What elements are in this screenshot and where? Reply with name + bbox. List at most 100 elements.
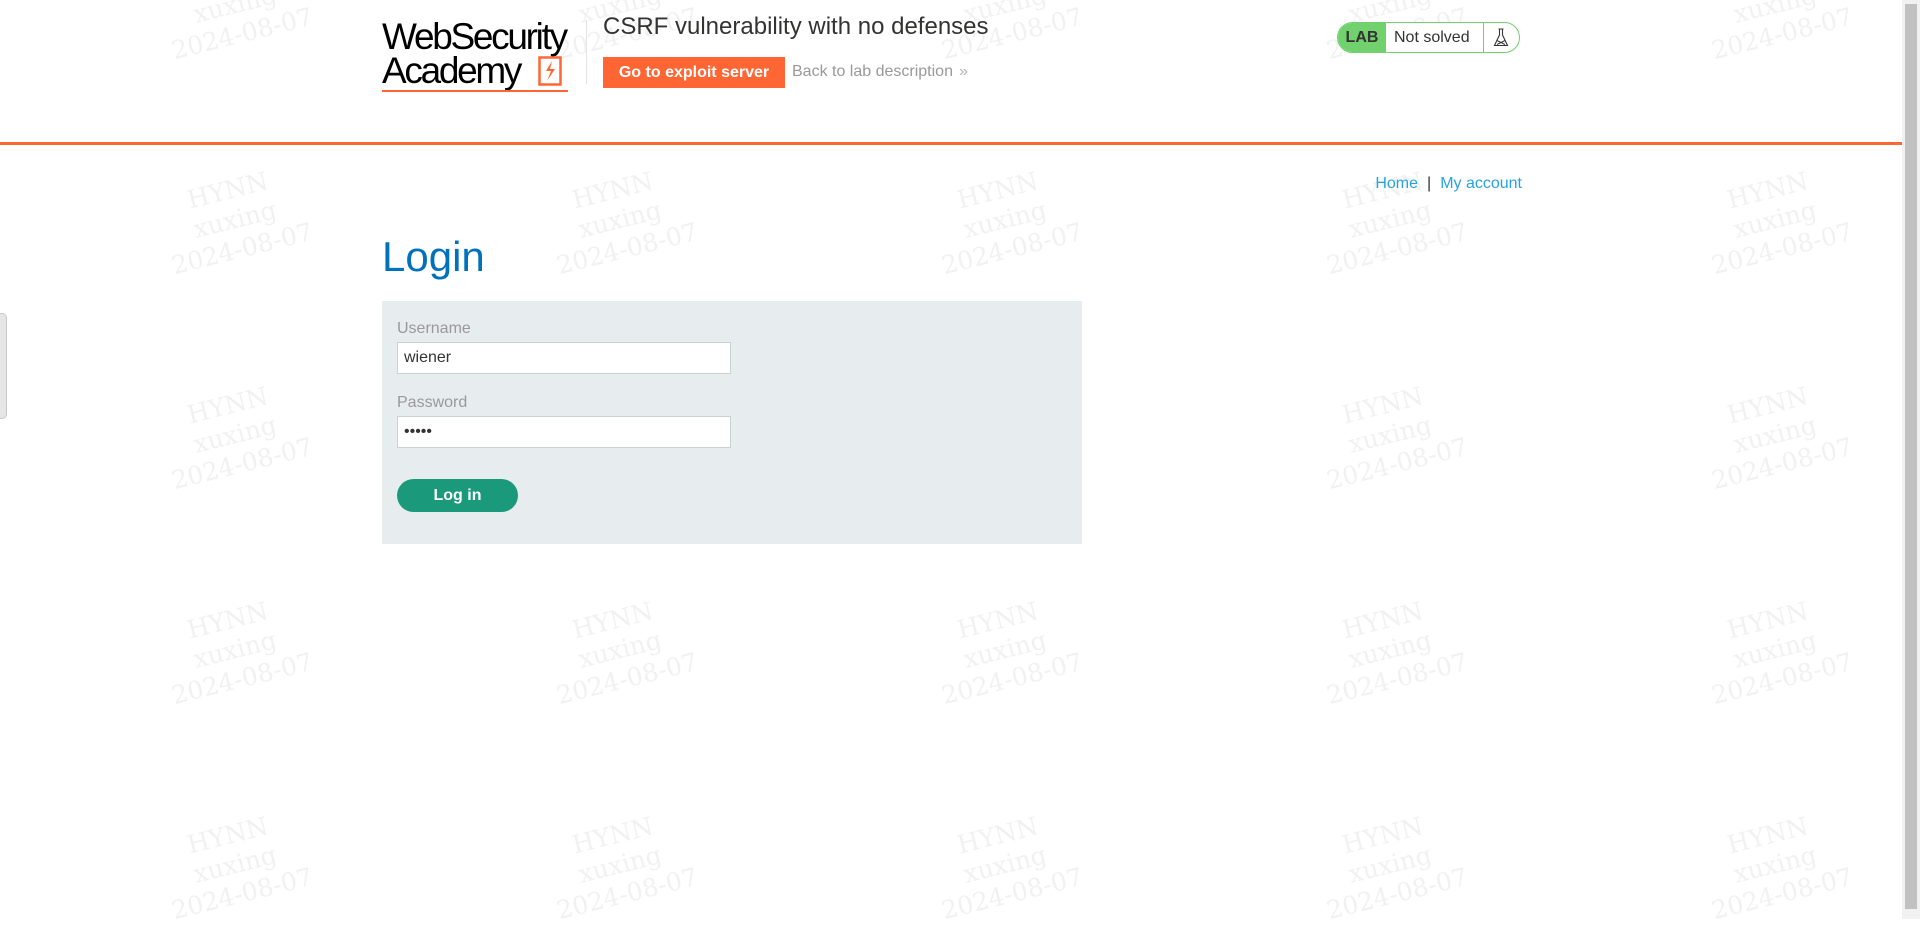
- logo-text-line2: Academy: [382, 50, 522, 91]
- watermark-text: 2024-08-07: [553, 862, 701, 926]
- watermark-text: 2024-08-07: [938, 647, 1086, 711]
- watermark-text: 2024-08-07: [1323, 217, 1471, 281]
- watermark: HYNNxuxing2024-08-07: [1287, 798, 1493, 931]
- header-divider: [586, 20, 587, 84]
- watermark: HYNNxuxing2024-08-07: [1287, 153, 1493, 286]
- watermark-text: xuxing: [1730, 840, 1820, 889]
- watermark-text: HYNN: [1339, 596, 1426, 645]
- watermark-text: xuxing: [1345, 195, 1435, 244]
- watermark-text: xuxing: [190, 410, 280, 459]
- watermark-text: xuxing: [575, 840, 665, 889]
- back-link-label: Back to lab description: [792, 63, 953, 80]
- watermark: HYNNxuxing2024-08-07: [1672, 798, 1878, 931]
- watermark-text: xuxing: [960, 625, 1050, 674]
- watermark-text: HYNN: [184, 596, 271, 645]
- logo-underline: [382, 90, 568, 92]
- watermark: HYNNxuxing2024-08-07: [517, 153, 723, 286]
- watermark: HYNNxuxing2024-08-07: [902, 798, 1108, 931]
- watermark-text: HYNN: [569, 596, 656, 645]
- watermark-text: HYNN: [184, 811, 271, 860]
- my-account-link[interactable]: My account: [1440, 175, 1522, 192]
- watermark: HYNNxuxing2024-08-07: [132, 798, 338, 931]
- watermark-text: 2024-08-07: [1708, 217, 1856, 281]
- watermark: HYNNxuxing2024-08-07: [902, 153, 1108, 286]
- watermark-text: 2024-08-07: [553, 647, 701, 711]
- vertical-scrollbar[interactable]: [1902, 0, 1920, 919]
- watermark-text: xuxing: [960, 840, 1050, 889]
- side-panel-handle[interactable]: [0, 313, 7, 419]
- watermark-text: HYNN: [1724, 596, 1811, 645]
- log-in-button[interactable]: Log in: [397, 479, 518, 512]
- top-nav: Home | My account: [1375, 175, 1522, 193]
- watermark: HYNNxuxing2024-08-07: [1287, 368, 1493, 501]
- login-form: Username Password Log in: [382, 301, 1082, 544]
- watermark-text: xuxing: [1730, 410, 1820, 459]
- flask-icon-container: [1483, 23, 1519, 52]
- watermark-text: HYNN: [184, 166, 271, 215]
- watermark-text: HYNN: [954, 596, 1041, 645]
- watermark-text: xuxing: [190, 840, 280, 889]
- home-link[interactable]: Home: [1375, 175, 1418, 192]
- watermark-text: 2024-08-07: [938, 862, 1086, 926]
- academy-header: WebSecurity Academy CSRF vulnerability w…: [0, 0, 1902, 145]
- back-to-lab-description-link[interactable]: Back to lab description »: [792, 63, 968, 81]
- watermark-text: xuxing: [575, 625, 665, 674]
- watermark-text: 2024-08-07: [168, 862, 316, 926]
- watermark-text: xuxing: [1345, 840, 1435, 889]
- go-to-exploit-server-button[interactable]: Go to exploit server: [603, 57, 785, 88]
- watermark-text: xuxing: [960, 195, 1050, 244]
- password-label: Password: [397, 394, 468, 411]
- username-label: Username: [397, 320, 471, 337]
- lab-status-text: Not solved: [1394, 29, 1470, 46]
- double-chevron-right-icon: »: [958, 63, 968, 80]
- watermark: HYNNxuxing2024-08-07: [132, 583, 338, 716]
- page-title: Login: [382, 233, 485, 280]
- watermark: HYNNxuxing2024-08-07: [517, 583, 723, 716]
- watermark-text: xuxing: [1730, 625, 1820, 674]
- watermark: HYNNxuxing2024-08-07: [132, 368, 338, 501]
- lab-badge: LAB: [1338, 23, 1386, 52]
- watermark-text: 2024-08-07: [168, 432, 316, 496]
- watermark-text: HYNN: [1339, 381, 1426, 430]
- watermark: HYNNxuxing2024-08-07: [132, 153, 338, 286]
- lightning-mark-icon: [538, 56, 562, 86]
- watermark-text: xuxing: [1345, 625, 1435, 674]
- lab-status-widget: LAB Not solved: [1337, 22, 1520, 53]
- watermark-text: HYNN: [1724, 811, 1811, 860]
- watermark: HYNNxuxing2024-08-07: [1672, 153, 1878, 286]
- watermark-text: HYNN: [184, 381, 271, 430]
- scrollbar-thumb[interactable]: [1905, 4, 1917, 909]
- watermark-text: xuxing: [575, 195, 665, 244]
- watermark-text: HYNN: [954, 811, 1041, 860]
- watermark: HYNNxuxing2024-08-07: [1287, 583, 1493, 716]
- watermark-text: xuxing: [190, 195, 280, 244]
- watermark-text: 2024-08-07: [553, 217, 701, 281]
- watermark-text: xuxing: [1730, 195, 1820, 244]
- flask-icon: [1493, 28, 1509, 47]
- web-security-academy-logo[interactable]: WebSecurity Academy: [382, 18, 582, 94]
- watermark-text: HYNN: [1724, 381, 1811, 430]
- password-input[interactable]: [397, 416, 731, 448]
- watermark-text: xuxing: [190, 625, 280, 674]
- username-input[interactable]: [397, 342, 731, 374]
- watermark-text: HYNN: [1724, 166, 1811, 215]
- watermark-text: HYNN: [569, 166, 656, 215]
- watermark-text: 2024-08-07: [168, 217, 316, 281]
- watermark-text: HYNN: [569, 811, 656, 860]
- watermark-text: 2024-08-07: [1708, 647, 1856, 711]
- lab-title: CSRF vulnerability with no defenses: [603, 13, 989, 40]
- watermark-text: HYNN: [954, 166, 1041, 215]
- watermark-text: 2024-08-07: [1323, 647, 1471, 711]
- watermark-text: HYNN: [1339, 811, 1426, 860]
- watermark: HYNNxuxing2024-08-07: [517, 798, 723, 931]
- watermark-text: 2024-08-07: [1708, 862, 1856, 926]
- watermark-text: 2024-08-07: [938, 217, 1086, 281]
- watermark-text: 2024-08-07: [1708, 432, 1856, 496]
- watermark: HYNNxuxing2024-08-07: [902, 583, 1108, 716]
- nav-separator: |: [1427, 175, 1432, 192]
- watermark-text: 2024-08-07: [168, 647, 316, 711]
- watermark: HYNNxuxing2024-08-07: [1672, 583, 1878, 716]
- watermark-text: 2024-08-07: [1323, 862, 1471, 926]
- watermark-text: xuxing: [1345, 410, 1435, 459]
- watermark-text: 2024-08-07: [1323, 432, 1471, 496]
